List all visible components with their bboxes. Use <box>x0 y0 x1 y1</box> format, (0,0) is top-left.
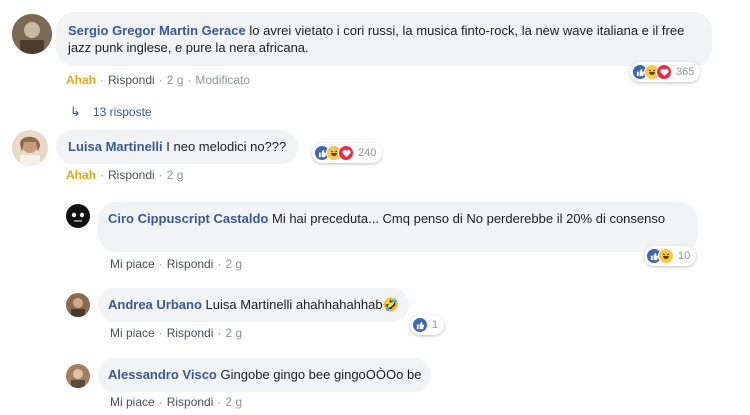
comment-text: I neo melodici no??? <box>166 139 287 154</box>
comment-bubble: Luisa Martinelli I neo melodici no??? <box>56 130 299 164</box>
reaction-summary[interactable]: 10 <box>644 246 697 266</box>
react-button[interactable]: Ahah <box>66 73 96 87</box>
haha-icon <box>658 248 674 264</box>
love-icon <box>338 145 354 161</box>
comment-text: Mi hai preceduta... Cmq penso di No perd… <box>271 211 666 226</box>
comment-actions: Ahah · Rispondi · 2 g <box>66 168 184 182</box>
timestamp[interactable]: 2 g <box>167 168 184 182</box>
timestamp[interactable]: 2 g <box>225 326 242 340</box>
reaction-count: 1 <box>432 319 439 331</box>
timestamp[interactable]: 2 g <box>225 395 242 409</box>
comment-author[interactable]: Ciro Cippuscript Castaldo <box>108 211 268 226</box>
edited-label[interactable]: Modificato <box>195 73 250 87</box>
reply-bubble: Ciro Cippuscript Castaldo Mi hai precedu… <box>98 202 698 252</box>
reply-bubble: Andrea Urbano Luisa Martinelli ahahhahah… <box>98 288 409 322</box>
reaction-summary[interactable]: 365 <box>630 62 701 82</box>
reaction-summary[interactable]: 240 <box>312 143 383 163</box>
comment-text: Luisa Martinelli ahahhahahhab <box>205 297 383 312</box>
comment-bubble: Sergio Gregor Martin Gerace lo avrei vie… <box>56 12 712 66</box>
replies-count[interactable]: 13 risposte <box>93 105 152 119</box>
reply-link[interactable]: Rispondi <box>167 326 214 340</box>
avatar[interactable] <box>66 364 90 388</box>
comment-actions: Ahah · Rispondi · 2 g · Modificato <box>66 73 251 87</box>
avatar[interactable] <box>66 204 90 228</box>
timestamp[interactable]: 2 g <box>167 73 184 87</box>
reply-actions: Mi piace · Rispondi · 2 g <box>110 257 243 271</box>
avatar[interactable] <box>66 293 90 317</box>
avatar[interactable] <box>12 130 48 166</box>
reaction-count: 365 <box>676 66 695 78</box>
reply-link[interactable]: Rispondi <box>108 168 155 182</box>
comment-author[interactable]: Luisa Martinelli <box>68 139 163 154</box>
reaction-count: 240 <box>358 147 377 159</box>
reply-arrow-icon: ↳ <box>70 104 81 119</box>
reply-link[interactable]: Rispondi <box>167 257 214 271</box>
like-link[interactable]: Mi piace <box>110 257 155 271</box>
comment-author[interactable]: Andrea Urbano <box>108 297 202 312</box>
reaction-count: 10 <box>678 250 691 262</box>
love-icon <box>656 64 672 80</box>
reply-link[interactable]: Rispondi <box>108 73 155 87</box>
react-button[interactable]: Ahah <box>66 168 96 182</box>
comment-author[interactable]: Sergio Gregor Martin Gerace <box>68 23 246 38</box>
reply-actions: Mi piace · Rispondi · 2 g <box>110 326 243 340</box>
reaction-summary[interactable]: 1 <box>410 315 445 335</box>
like-link[interactable]: Mi piace <box>110 395 155 409</box>
reply-bubble: Alessandro Visco Gingobe gingo bee gingo… <box>98 358 432 392</box>
view-replies-link[interactable]: ↳ 13 risposte <box>70 104 152 120</box>
like-link[interactable]: Mi piace <box>110 326 155 340</box>
like-icon <box>412 317 428 333</box>
comment-text: Gingobe gingo bee gingoOÒOo be <box>220 367 422 382</box>
timestamp[interactable]: 2 g <box>225 257 242 271</box>
comment-author[interactable]: Alessandro Visco <box>108 367 217 382</box>
rofl-emoji: 🤣 <box>382 297 399 312</box>
reply-actions: Mi piace · Rispondi · 2 g <box>110 395 243 409</box>
reply-link[interactable]: Rispondi <box>167 395 214 409</box>
avatar[interactable] <box>12 14 52 54</box>
